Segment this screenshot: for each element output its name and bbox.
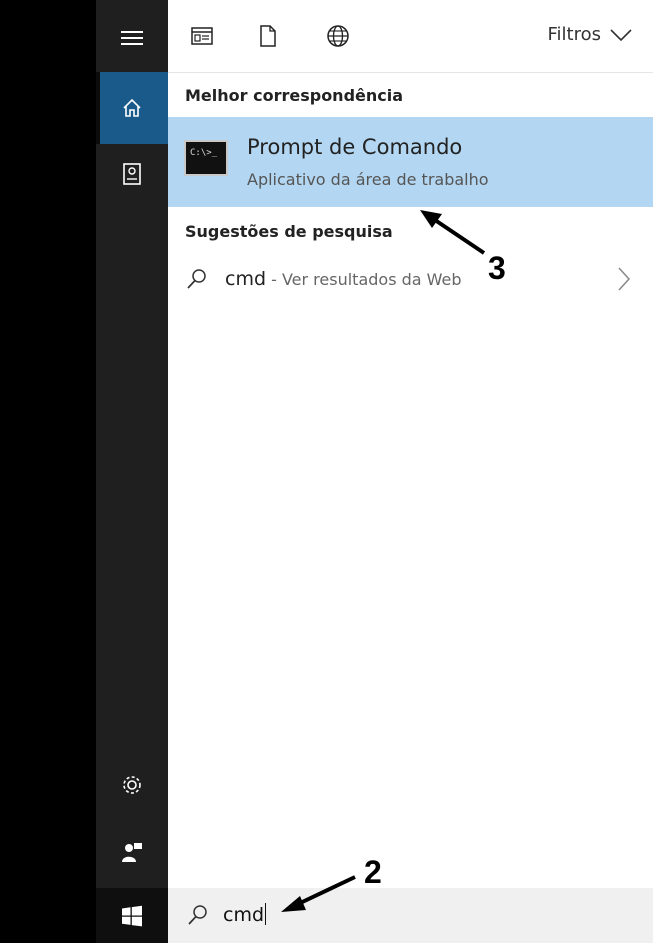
step3-arrow-head (420, 210, 442, 228)
step3-arrow-line (430, 216, 486, 255)
step3-label: 3 (488, 250, 506, 286)
step2-label: 2 (364, 854, 382, 890)
step2-arrow-line (295, 875, 356, 907)
annotation-layer (281, 210, 486, 912)
step2-arrow-head (281, 896, 306, 912)
